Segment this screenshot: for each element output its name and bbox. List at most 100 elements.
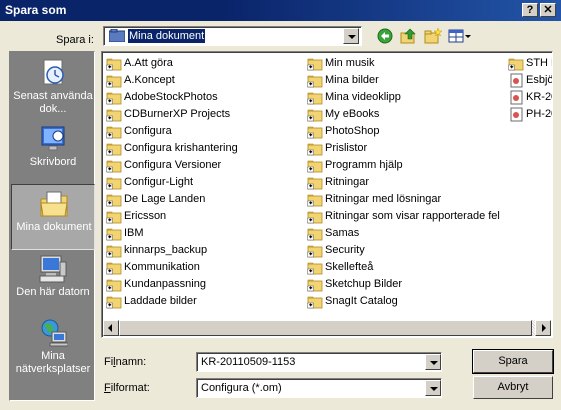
place-my-documents[interactable]: Mina dokument	[11, 184, 95, 250]
new-folder-icon[interactable]	[424, 28, 442, 44]
filetype-label: Filformat:	[104, 382, 150, 394]
list-item[interactable]: My eBooks	[305, 106, 505, 123]
folder-icon	[307, 75, 323, 88]
desktop-icon	[41, 126, 65, 151]
chevron-down-icon[interactable]	[343, 28, 359, 44]
folder-icon	[307, 228, 323, 241]
place-label: Senast använda dok...	[13, 90, 93, 115]
list-item[interactable]: IBM	[104, 225, 304, 242]
list-item[interactable]: AdobeStockPhotos	[104, 89, 304, 106]
list-item-label: PhotoShop	[325, 125, 380, 137]
list-item-label: Ritningar	[325, 176, 370, 188]
list-item[interactable]: Ritningar	[305, 174, 505, 191]
list-item[interactable]: Skellefteå	[305, 259, 505, 276]
scroll-left-button[interactable]	[103, 320, 119, 336]
look-in-dropdown[interactable]: Mina dokument	[103, 26, 362, 46]
list-item[interactable]: Min musik	[305, 55, 505, 72]
list-item-label: De Lage Landen	[124, 193, 206, 205]
list-item[interactable]: Sketchup Bilder	[305, 276, 505, 293]
folder-icon	[106, 296, 122, 309]
folder-icon	[307, 58, 323, 71]
horizontal-scrollbar[interactable]	[103, 320, 551, 336]
list-item-label: Prislistor	[325, 142, 368, 154]
list-item[interactable]: Ritningar med lösningar	[305, 191, 505, 208]
up-folder-icon[interactable]	[400, 28, 418, 44]
list-item-label: Min musik	[325, 57, 375, 69]
list-item[interactable]: Laddade bilder	[104, 293, 304, 310]
back-icon[interactable]	[376, 28, 394, 44]
list-item[interactable]: PhotoShop	[305, 123, 505, 140]
list-item[interactable]: kinnarps_backup	[104, 242, 304, 259]
list-item-label: Mina bilder	[325, 74, 379, 86]
file-list[interactable]: A.Att göra A.Koncept AdobeStockPhotos CDBur…	[101, 51, 553, 338]
folder-icon	[106, 194, 122, 207]
list-item[interactable]: A.Koncept	[104, 72, 304, 89]
list-item[interactable]: KR-20	[506, 89, 552, 106]
list-item-label: Ritningar med lösningar	[325, 193, 442, 205]
save-button[interactable]: Spara	[472, 349, 554, 374]
folder-icon	[106, 228, 122, 241]
list-item[interactable]: A.Att göra	[104, 55, 304, 72]
list-item-label: Kundanpassning	[124, 278, 206, 290]
list-item[interactable]: Programm hjälp	[305, 157, 505, 174]
list-item-label: Configura krishantering	[124, 142, 238, 154]
filetype-select[interactable]: Configura (*.om)	[196, 378, 442, 398]
list-item[interactable]: Ericsson	[104, 208, 304, 225]
folder-icon	[508, 58, 524, 71]
list-item-label: PH-20	[526, 108, 552, 120]
chevron-down-icon[interactable]	[425, 380, 441, 396]
folder-icon	[106, 143, 122, 156]
scroll-thumb[interactable]	[119, 320, 532, 336]
list-item[interactable]: Kommunikation	[104, 259, 304, 276]
folder-icon	[106, 58, 122, 71]
places-bar: Senast använda dok... Skrivbord Mina dok…	[9, 51, 95, 401]
chevron-down-icon[interactable]	[425, 354, 441, 370]
list-item[interactable]: De Lage Landen	[104, 191, 304, 208]
list-item[interactable]: Configur-Light	[104, 174, 304, 191]
list-item[interactable]: CDBurnerXP Projects	[104, 106, 304, 123]
folder-icon	[106, 211, 122, 224]
list-item-label: CDBurnerXP Projects	[124, 108, 231, 120]
place-desktop[interactable]: Skrivbord	[11, 120, 95, 186]
scroll-right-button[interactable]	[535, 320, 551, 336]
list-item[interactable]: Prislistor	[305, 140, 505, 157]
help-button[interactable]: ?	[522, 3, 538, 17]
cancel-button[interactable]: Avbryt	[473, 376, 553, 399]
list-item[interactable]: Configura	[104, 123, 304, 140]
place-recent-documents[interactable]: Senast använda dok...	[11, 54, 95, 120]
list-item-label: AdobeStockPhotos	[124, 91, 218, 103]
list-item[interactable]: PH-20	[506, 106, 552, 123]
list-item[interactable]: Samas	[305, 225, 505, 242]
list-item[interactable]: STH F	[506, 55, 552, 72]
list-item-label: Sketchup Bilder	[325, 278, 403, 290]
list-item[interactable]: Mina videoklipp	[305, 89, 505, 106]
list-item-label: Laddade bilder	[124, 295, 197, 307]
view-menu-icon[interactable]	[448, 28, 472, 44]
look-in-label: Spara i:	[56, 34, 94, 46]
place-my-computer[interactable]: Den här datorn	[11, 250, 95, 316]
list-item-label: Configura Versioner	[124, 159, 222, 171]
close-button[interactable]: ✕	[540, 3, 556, 17]
place-label: Den här datorn	[16, 286, 90, 298]
list-item[interactable]: Security	[305, 242, 505, 259]
filename-field[interactable]: KR-20110509-1153	[196, 352, 442, 372]
file-icon	[510, 90, 523, 105]
folder-icon	[106, 109, 122, 122]
list-item[interactable]: SnagIt Catalog	[305, 293, 505, 310]
list-item[interactable]: Configura krishantering	[104, 140, 304, 157]
list-item[interactable]: Kundanpassning	[104, 276, 304, 293]
place-network[interactable]: Mina nätverksplatser	[11, 314, 95, 380]
folder-icon	[307, 262, 323, 275]
folder-icon	[106, 75, 122, 88]
file-column-2: Min musik Mina bilder Mina videoklipp My eB…	[305, 55, 505, 310]
list-item[interactable]: Configura Versioner	[104, 157, 304, 174]
list-item-label: Skellefteå	[325, 261, 374, 273]
list-item-label: Samas	[325, 227, 360, 239]
file-icon	[510, 107, 523, 122]
folder-icon	[106, 177, 122, 190]
filename-value: KR-20110509-1153	[201, 356, 296, 368]
list-item[interactable]: Mina bilder	[305, 72, 505, 89]
list-item[interactable]: Ritningar som visar rapporterade fel	[305, 208, 505, 225]
look-in-value: Mina dokument	[128, 29, 206, 43]
list-item[interactable]: Esbjö	[506, 72, 552, 89]
